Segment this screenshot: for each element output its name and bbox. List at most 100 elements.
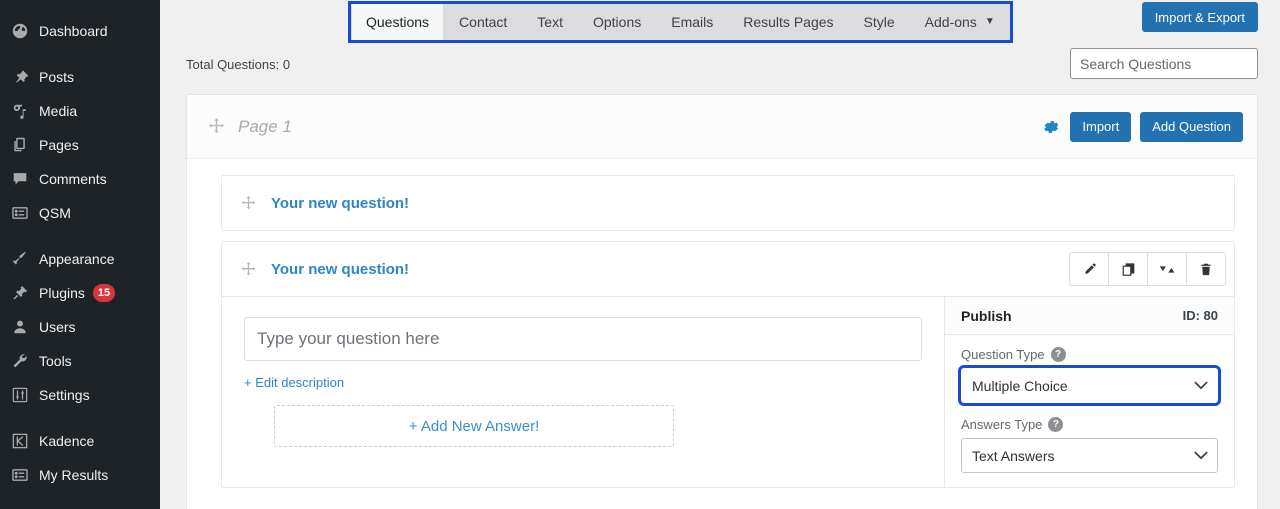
sidebar-item-users[interactable]: Users [0,310,160,344]
sidebar-item-label: Tools [39,353,72,369]
sidebar-item-label: My Results [39,467,109,483]
question-list: Your new question! Your new question! Ty… [187,159,1257,488]
add-question-button[interactable]: Add Question [1140,111,1243,142]
pages-icon [10,135,30,155]
publish-panel: Publish ID: 80 Question Type ? Multiple … [944,297,1234,487]
sidebar-item-label: Kadence [39,433,95,449]
tab-questions[interactable]: Questions [352,4,444,40]
sidebar-item-kadence[interactable]: Kadence [0,424,160,458]
import-label: Import [1082,119,1120,134]
sidebar-item-label: Plugins [39,285,85,301]
question-type-select[interactable]: Multiple Choice [961,368,1218,403]
quiz-tab-bar: Questions Contact Text Options Emails Re… [160,0,1280,44]
help-icon[interactable]: ? [1048,417,1064,432]
edit-description-link[interactable]: + Edit description [244,375,344,390]
sidebar-item-tools[interactable]: Tools [0,344,160,378]
tab-label: Questions [366,14,430,30]
sidebar-item-comments[interactable]: Comments [0,162,160,196]
question-text-input[interactable] [244,317,922,361]
search-questions-input[interactable] [1070,48,1258,79]
sidebar-item-label: QSM [39,205,71,221]
form-icon [10,465,30,485]
tab-text[interactable]: Text [523,4,577,40]
sidebar-item-plugins[interactable]: Plugins 15 [0,276,160,310]
question-title: Your new question! [271,194,410,212]
question-id-label: ID: 80 [1182,308,1218,323]
tab-label: Contact [459,14,508,30]
publish-panel-header: Publish ID: 80 [945,297,1234,335]
question-type-value: Multiple Choice [972,377,1068,394]
edit-icon[interactable] [1069,252,1109,286]
sidebar-item-label: Posts [39,69,75,85]
question-row[interactable]: Your new question! [221,241,1235,297]
sidebar-item-appearance[interactable]: Appearance [0,242,160,276]
publish-title: Publish [961,307,1012,324]
answers-type-select-wrap: Text Answers [961,438,1218,473]
plug-icon [10,283,30,303]
answers-type-label: Answers Type ? [961,417,1218,432]
wp-admin-sidebar: Dashboard Posts Media Pages Comments QSM… [0,0,160,509]
help-icon[interactable]: ? [1050,347,1066,362]
tab-options[interactable]: Options [578,4,656,40]
page-card: Page 1 Import Add Question Your new ques… [186,94,1258,509]
tab-label: Text [537,14,563,30]
add-new-answer-label: + Add New Answer! [408,417,540,435]
dashboard-icon [10,21,30,41]
sidebar-item-qsm[interactable]: QSM [0,196,160,230]
comments-icon [10,169,30,189]
add-new-answer-button[interactable]: + Add New Answer! [274,405,674,447]
sort-icon[interactable] [1147,252,1187,286]
chevron-down-icon: ▼ [984,16,995,27]
plugins-update-badge: 15 [92,284,116,302]
add-question-label: Add Question [1152,119,1231,134]
sidebar-item-label: Dashboard [39,23,108,39]
tab-label: Style [863,14,895,30]
pin-icon [10,67,30,87]
tab-list: Questions Contact Text Options Emails Re… [348,1,1013,43]
sidebar-item-dashboard[interactable]: Dashboard [0,14,160,48]
tab-style[interactable]: Style [849,4,909,40]
tab-label: Options [592,14,642,30]
tab-emails[interactable]: Emails [657,4,728,40]
sidebar-item-label: Media [39,103,78,119]
sidebar-item-label: Comments [39,171,107,187]
move-handle-icon[interactable] [207,117,226,136]
kadence-icon [10,431,30,451]
media-icon [10,101,30,121]
answers-type-select[interactable]: Text Answers [961,438,1218,473]
page-header: Page 1 Import Add Question [187,95,1257,159]
trash-icon[interactable] [1186,252,1226,286]
tab-label: Results Pages [743,14,834,30]
move-handle-icon[interactable] [240,195,257,212]
sidebar-item-media[interactable]: Media [0,94,160,128]
sidebar-item-label: Pages [39,137,79,153]
sidebar-item-my-results[interactable]: My Results [0,458,160,492]
move-handle-icon[interactable] [240,261,257,278]
tab-results-pages[interactable]: Results Pages [729,4,848,40]
duplicate-icon[interactable] [1108,252,1148,286]
question-type-label: Question Type ? [961,347,1218,362]
question-editor-left: + Edit description + Add New Answer! [222,297,944,487]
admin-screen: Dashboard Posts Media Pages Comments QSM… [0,0,1280,509]
tab-add-ons[interactable]: Add-ons ▼ [910,4,1009,40]
gear-icon[interactable] [1041,117,1061,137]
sidebar-item-label: Appearance [39,251,115,267]
main-content: Questions Contact Text Options Emails Re… [160,0,1280,509]
brush-icon [10,249,30,269]
form-icon [10,203,30,223]
tab-label: Emails [671,14,714,30]
import-button[interactable]: Import [1070,111,1132,142]
tab-label: Add-ons [924,14,977,30]
question-row[interactable]: Your new question! [221,175,1235,231]
sidebar-item-pages[interactable]: Pages [0,128,160,162]
tab-contact[interactable]: Contact [445,4,522,40]
sidebar-item-posts[interactable]: Posts [0,60,160,94]
publish-panel-body: Question Type ? Multiple Choice Answers … [945,335,1234,473]
import-export-label: Import & Export [1154,9,1245,25]
questions-subbar: Total Questions: 0 [160,44,1280,84]
sliders-icon [10,385,30,405]
import-export-button[interactable]: Import & Export [1141,2,1258,32]
wrench-icon [10,351,30,371]
sidebar-item-settings[interactable]: Settings [0,378,160,412]
question-actions [1069,252,1226,286]
